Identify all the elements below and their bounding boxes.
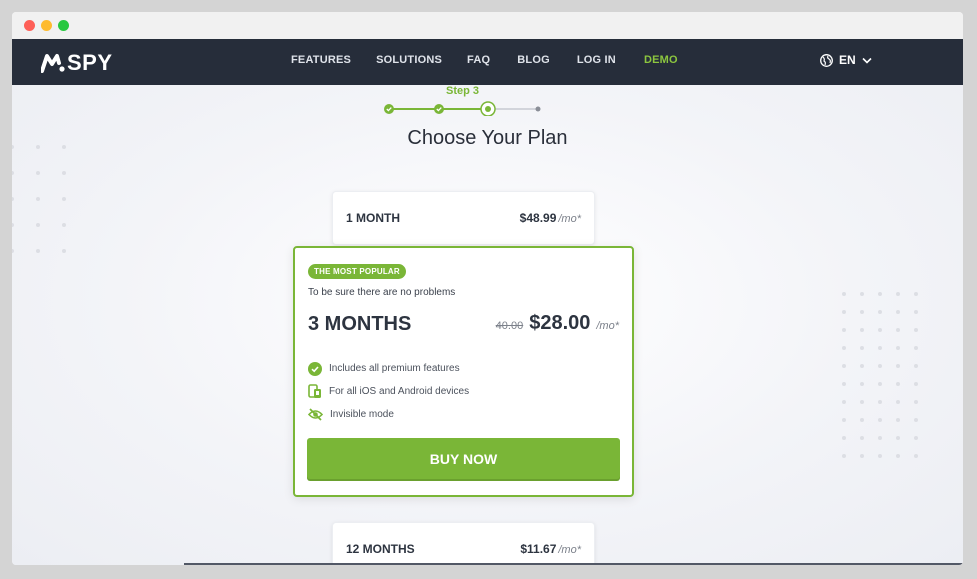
buy-now-button[interactable]: BUY NOW — [307, 438, 620, 479]
decorative-dots-left — [12, 145, 66, 253]
plan-price: 40.00 $28.00 /mo* — [496, 312, 619, 335]
eye-off-icon — [308, 408, 323, 421]
step-1-check-icon — [384, 104, 394, 114]
footer-divider — [184, 563, 963, 565]
nav-demo-link[interactable]: DEMO — [644, 54, 678, 66]
devices-icon — [308, 384, 321, 398]
chevron-down-icon — [862, 57, 872, 64]
maximize-window-button[interactable] — [58, 20, 69, 31]
browser-window: SPY FEATURES SOLUTIONS FAQ BLOG LOG IN D… — [12, 12, 963, 565]
nav-links: FEATURES SOLUTIONS FAQ BLOG LOG IN DEMO — [291, 54, 678, 66]
plan-name: 3 MONTHS — [308, 313, 412, 335]
stepper-track — [384, 101, 541, 116]
nav-solutions-link[interactable]: SOLUTIONS — [376, 54, 442, 66]
most-popular-badge: THE MOST POPULAR — [308, 264, 406, 279]
language-selector[interactable]: EN — [820, 53, 872, 67]
per-month-label: /mo* — [596, 320, 619, 332]
plan-card-1-month[interactable]: 1 MONTH $48.99/mo* — [332, 191, 595, 245]
nav-blog-link[interactable]: BLOG — [517, 54, 550, 66]
plan-price: $11.67/mo* — [520, 542, 581, 556]
logo-m-icon — [41, 54, 65, 73]
feature-item: Includes all premium features — [308, 357, 469, 380]
page-heading: Choose Your Plan — [407, 127, 568, 149]
old-price: 40.00 — [495, 320, 524, 332]
plan-selection-page: Step 3 Choose Your Plan 1 MONTH $48.99 /… — [12, 85, 963, 565]
checkout-stepper: Step 3 — [384, 85, 544, 116]
nav-login-link[interactable]: LOG IN — [577, 54, 616, 66]
close-window-button[interactable] — [24, 20, 35, 31]
plan-name: 12 MONTHS — [346, 542, 415, 556]
plan-price: $48.99/mo* — [519, 211, 581, 225]
top-navbar: SPY FEATURES SOLUTIONS FAQ BLOG LOG IN D… — [12, 39, 963, 85]
new-price: $28.00 — [529, 312, 591, 334]
mspy-logo[interactable]: SPY — [41, 50, 113, 76]
globe-icon — [820, 53, 833, 67]
step-2-check-icon — [434, 104, 444, 114]
step-4-pending-icon — [535, 106, 541, 112]
plan-card-12-months[interactable]: 12 MONTHS $11.67/mo* — [332, 522, 595, 565]
nav-faq-link[interactable]: FAQ — [467, 54, 490, 66]
logo-text: SPY — [67, 50, 113, 75]
plan-card-3-months[interactable]: THE MOST POPULAR To be sure there are no… — [293, 246, 634, 497]
window-titlebar — [12, 12, 963, 39]
step-3-current-icon — [480, 101, 496, 116]
language-label: EN — [839, 53, 856, 67]
decorative-dots-right — [842, 292, 918, 458]
feature-item: Invisible mode — [308, 403, 469, 426]
feature-item: For all iOS and Android devices — [308, 380, 469, 403]
minimize-window-button[interactable] — [41, 20, 52, 31]
feature-list: Includes all premium features For all iO… — [308, 357, 469, 426]
check-circle-icon — [308, 361, 322, 376]
nav-features-link[interactable]: FEATURES — [291, 54, 351, 66]
plan-subtitle: To be sure there are no problems — [308, 287, 456, 298]
plan-name: 1 MONTH — [346, 211, 400, 225]
